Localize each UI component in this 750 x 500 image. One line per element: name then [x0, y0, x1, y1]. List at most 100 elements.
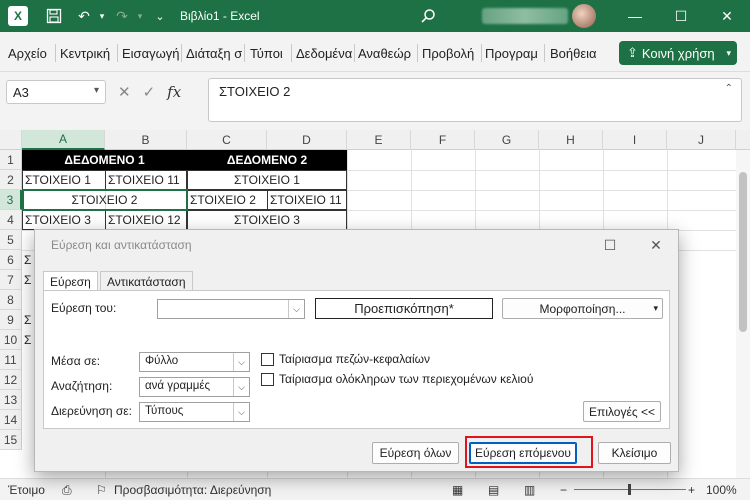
accessibility-icon[interactable]: ⚐ [96, 483, 107, 497]
match-entire-checkbox[interactable] [261, 373, 274, 386]
minimize-icon[interactable]: — [612, 0, 658, 32]
tab-file[interactable]: Αρχείο [8, 46, 54, 61]
tab-insert[interactable]: Εισαγωγή [122, 46, 179, 61]
col-header-b[interactable]: B [105, 130, 187, 150]
row-header-10[interactable]: 10 [0, 330, 22, 350]
row-header-13[interactable]: 13 [0, 390, 22, 410]
tab-find[interactable]: Εύρεση [43, 271, 98, 292]
expand-formula-icon[interactable]: ⌃ [725, 83, 733, 94]
cell-c3[interactable]: ΣΤΟΙΧΕΙΟ 2 [187, 190, 268, 210]
col-header-i[interactable]: I [603, 130, 667, 150]
cell-a4[interactable]: ΣΤΟΙΧΕΙΟ 3 [22, 210, 106, 230]
chevron-down-icon[interactable]: ⌵ [233, 353, 249, 371]
row-header-15[interactable]: 15 [0, 430, 22, 450]
scrollbar-thumb[interactable] [739, 172, 747, 332]
page-layout-view-icon[interactable]: ▤ [488, 483, 499, 497]
row-header-9[interactable]: 9 [0, 310, 22, 330]
tab-home[interactable]: Κεντρική [60, 46, 116, 61]
formula-input[interactable]: ΣΤΟΙΧΕΙΟ 2 ⌃ [208, 78, 742, 122]
search-icon[interactable] [418, 6, 438, 26]
cell-b2[interactable]: ΣΤΟΙΧΕΙΟ 11 [105, 170, 187, 190]
col-header-j[interactable]: J [667, 130, 736, 150]
normal-view-icon[interactable]: ▦ [452, 483, 463, 497]
col-header-g[interactable]: G [475, 130, 539, 150]
close-icon[interactable]: ✕ [641, 232, 671, 258]
tab-review[interactable]: Αναθεώρ [358, 46, 414, 61]
select-all-corner[interactable] [0, 130, 22, 150]
find-what-input[interactable]: ⌵ [157, 299, 305, 319]
avatar[interactable] [572, 4, 596, 28]
row-header-3[interactable]: 3 [0, 190, 22, 210]
look-in-select[interactable]: Τύπους ⌵ [139, 402, 250, 422]
match-case-label[interactable]: Ταίριασμα πεζών-κεφαλαίων [279, 352, 430, 366]
close-button[interactable]: Κλείσιμο [598, 442, 671, 464]
cell-a2[interactable]: ΣΤΟΙΧΕΙΟ 1 [22, 170, 106, 190]
format-button[interactable]: Μορφοποίηση... ▾ [502, 298, 663, 319]
name-box-dropdown-icon[interactable]: ▾ [94, 85, 99, 96]
col-header-f[interactable]: F [411, 130, 475, 150]
within-label: Μέσα σε: [51, 354, 101, 368]
col-header-h[interactable]: H [539, 130, 603, 150]
row-header-7[interactable]: 7 [0, 270, 22, 290]
cancel-icon[interactable]: ✕ [118, 83, 131, 101]
chevron-down-icon[interactable]: ⌵ [233, 403, 249, 421]
tab-replace[interactable]: Αντικατάσταση [100, 271, 193, 291]
col-header-e[interactable]: E [347, 130, 411, 150]
customize-qat-icon[interactable]: ⌄ [150, 6, 170, 26]
match-entire-label[interactable]: Ταίριασμα ολόκληρων των περιεχομένων κελ… [279, 372, 533, 386]
share-button[interactable]: ⇪ Κοινή χρήση ▾ [619, 41, 737, 65]
name-box[interactable]: A3 ▾ [6, 80, 106, 104]
maximize-icon[interactable]: ☐ [595, 232, 625, 258]
col-header-c[interactable]: C [187, 130, 267, 150]
zoom-level[interactable]: 100% [706, 483, 737, 497]
chevron-down-icon[interactable]: ⌵ [233, 378, 249, 396]
tab-help[interactable]: Βοήθεια [550, 46, 606, 61]
tab-view[interactable]: Προβολή [422, 46, 480, 61]
search-select[interactable]: ανά γραμμές ⌵ [139, 377, 250, 397]
tab-formulas[interactable]: Τύποι [250, 46, 288, 61]
cell-a1-header[interactable]: ΔΕΔΟΜΕΝΟ 1 [22, 150, 187, 170]
enter-icon[interactable]: ✓ [143, 83, 156, 101]
tab-data[interactable]: Δεδομένα [296, 46, 352, 61]
cell-c4[interactable]: ΣΤΟΙΧΕΙΟ 3 [187, 210, 347, 230]
row-header-12[interactable]: 12 [0, 370, 22, 390]
row-header-5[interactable]: 5 [0, 230, 22, 250]
col-header-a[interactable]: A [22, 130, 105, 150]
share-dropdown-icon[interactable]: ▾ [726, 48, 731, 59]
close-icon[interactable]: ✕ [704, 0, 750, 32]
zoom-slider-handle[interactable] [628, 484, 631, 495]
row-header-2[interactable]: 2 [0, 170, 22, 190]
zoom-in-icon[interactable]: + [688, 483, 695, 497]
row-header-4[interactable]: 4 [0, 210, 22, 230]
row-header-14[interactable]: 14 [0, 410, 22, 430]
save-icon[interactable] [44, 6, 64, 26]
within-select[interactable]: Φύλλο ⌵ [139, 352, 250, 372]
vertical-scrollbar[interactable] [736, 150, 750, 478]
match-case-checkbox[interactable] [261, 353, 274, 366]
zoom-out-icon[interactable]: − [560, 483, 567, 497]
cell-c2[interactable]: ΣΤΟΙΧΕΙΟ 1 [187, 170, 347, 190]
cell-b4[interactable]: ΣΤΟΙΧΕΙΟ 12 [105, 210, 187, 230]
row-header-11[interactable]: 11 [0, 350, 22, 370]
sheet-stats-icon[interactable]: ⎙ [62, 483, 72, 498]
chevron-down-icon[interactable]: ▾ [653, 303, 658, 314]
cell-d3[interactable]: ΣΤΟΙΧΕΙΟ 11 [267, 190, 347, 210]
accessibility-status[interactable]: Προσβασιμότητα: Διερεύνηση [114, 483, 271, 497]
undo-icon[interactable]: ↶ [74, 6, 94, 26]
row-header-6[interactable]: 6 [0, 250, 22, 270]
page-break-view-icon[interactable]: ▥ [524, 483, 535, 497]
tab-page-layout[interactable]: Διάταξη σ [186, 46, 242, 61]
redo-dropdown-icon[interactable]: ▾ [130, 6, 150, 26]
row-header-1[interactable]: 1 [0, 150, 22, 170]
undo-dropdown-icon[interactable]: ▾ [92, 6, 112, 26]
redo-icon[interactable]: ↷ [112, 6, 132, 26]
insert-function-icon[interactable]: fx [167, 83, 181, 101]
chevron-down-icon[interactable]: ⌵ [288, 300, 304, 318]
maximize-icon[interactable]: ☐ [658, 0, 704, 32]
find-all-button[interactable]: Εύρεση όλων [372, 442, 459, 464]
col-header-d[interactable]: D [267, 130, 347, 150]
row-header-8[interactable]: 8 [0, 290, 22, 310]
options-button[interactable]: Επιλογές << [583, 401, 661, 422]
tab-developer[interactable]: Προγραμ [485, 46, 543, 61]
cell-c1-header[interactable]: ΔΕΔΟΜΕΝΟ 2 [187, 150, 347, 170]
